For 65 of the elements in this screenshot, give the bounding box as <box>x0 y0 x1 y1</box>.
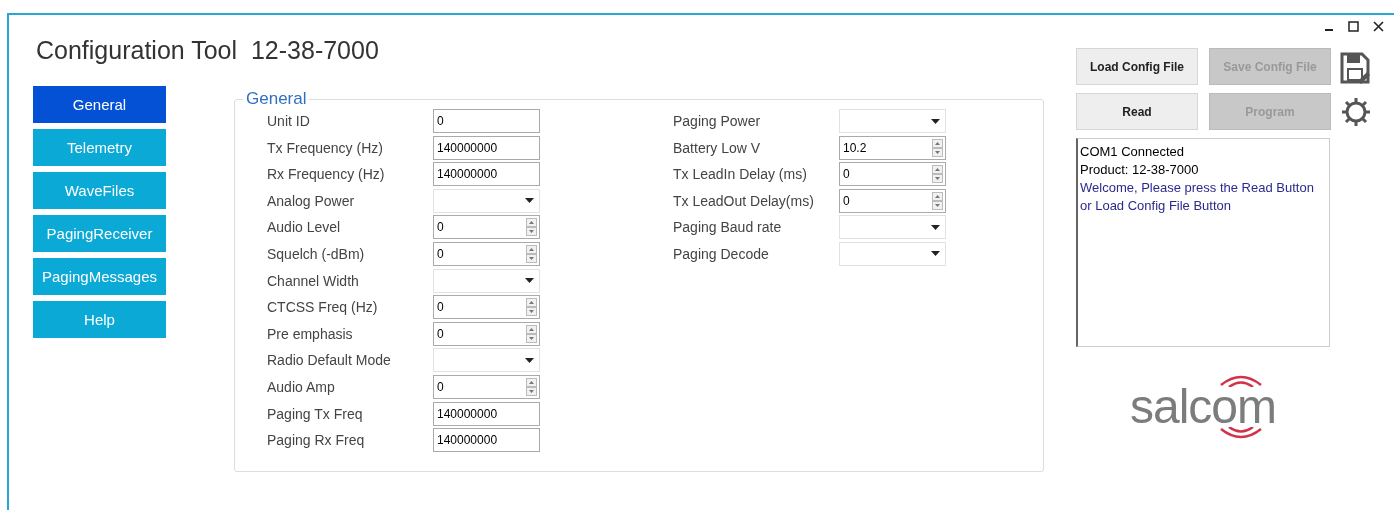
spinner-field[interactable]: 10.2 <box>839 135 946 160</box>
field-label: Tx Frequency (Hz) <box>267 139 384 156</box>
spinner-field[interactable]: 0 <box>433 295 540 320</box>
field-label: Analog Power <box>267 192 356 209</box>
field-label: Audio Level <box>267 219 342 236</box>
field-label: Tx LeadIn Delay (ms) <box>673 166 808 183</box>
caret-icon <box>931 224 940 230</box>
spinner-arrows-icon[interactable] <box>932 165 943 184</box>
caret-icon <box>525 357 534 363</box>
save-icon[interactable] <box>1340 52 1370 84</box>
spinner-field[interactable]: 0 <box>839 162 946 187</box>
text-field[interactable]: 140000000 <box>433 428 540 453</box>
spinner-field[interactable]: 0 <box>433 321 540 346</box>
settings-icon[interactable] <box>1340 96 1372 128</box>
log-line: or Load Config File Button <box>1080 197 1233 215</box>
spinner-arrows-icon[interactable] <box>932 191 943 210</box>
spinner-arrows-icon[interactable] <box>526 324 537 343</box>
field-label: Tx LeadOut Delay(ms) <box>673 192 815 209</box>
maximize-icon[interactable] <box>1348 21 1359 32</box>
sidebar-item[interactable]: General <box>33 86 166 123</box>
caret-icon <box>525 278 534 284</box>
text-field[interactable]: 0 <box>433 109 540 133</box>
caret-icon <box>525 198 534 204</box>
spinner-arrows-icon[interactable] <box>526 377 537 396</box>
text-field[interactable]: 140000000 <box>433 401 540 426</box>
action-button[interactable]: Read <box>1076 93 1198 130</box>
window-title: Configuration Tool 12-38-7000 <box>36 36 380 66</box>
close-icon[interactable] <box>1373 21 1384 32</box>
log-line: Welcome, Please press the Read Button <box>1080 179 1315 197</box>
spinner-arrows-icon[interactable] <box>526 298 537 317</box>
spinner-field[interactable]: 0 <box>839 188 946 213</box>
field-label: Audio Amp <box>267 378 336 395</box>
text-field[interactable]: 140000000 <box>433 162 540 187</box>
field-label: Battery Low V <box>673 139 762 156</box>
spinner-arrows-icon[interactable] <box>932 138 943 157</box>
caret-icon <box>931 118 940 124</box>
field-label: Paging Rx Freq <box>267 432 366 449</box>
field-label: Unit ID <box>267 113 311 129</box>
dropdown-field[interactable] <box>839 241 946 266</box>
action-button[interactable]: Load Config File <box>1076 48 1198 85</box>
dropdown-field[interactable] <box>839 215 946 240</box>
field-label: Pre emphasis <box>267 325 354 342</box>
field-label: Channel Width <box>267 272 360 289</box>
dropdown-field[interactable] <box>433 188 540 213</box>
caret-icon <box>931 251 940 257</box>
spinner-arrows-icon[interactable] <box>526 218 537 237</box>
field-label: Rx Frequency (Hz) <box>267 166 386 183</box>
dropdown-field[interactable] <box>433 348 540 373</box>
log-line: Product: 12-38-7000 <box>1080 161 1200 179</box>
log-line: COM1 Connected <box>1080 143 1186 161</box>
text-field[interactable]: 140000000 <box>433 135 540 160</box>
spinner-field[interactable]: 0 <box>433 374 540 399</box>
field-label: Paging Power <box>673 113 762 129</box>
spinner-field[interactable]: 0 <box>433 215 540 240</box>
field-label: Radio Default Mode <box>267 352 392 369</box>
dropdown-field[interactable] <box>433 268 540 293</box>
field-label: Paging Baud rate <box>673 219 783 236</box>
field-label: CTCSS Freq (Hz) <box>267 299 379 316</box>
field-label: Squelch (-dBm) <box>267 245 366 262</box>
dropdown-field[interactable] <box>839 109 946 133</box>
spinner-field[interactable]: 0 <box>433 241 540 266</box>
field-label: Paging Tx Freq <box>267 405 364 422</box>
field-label: Paging Decode <box>673 245 770 262</box>
logo-text: salcom <box>1129 387 1276 427</box>
spinner-arrows-icon[interactable] <box>526 244 537 263</box>
